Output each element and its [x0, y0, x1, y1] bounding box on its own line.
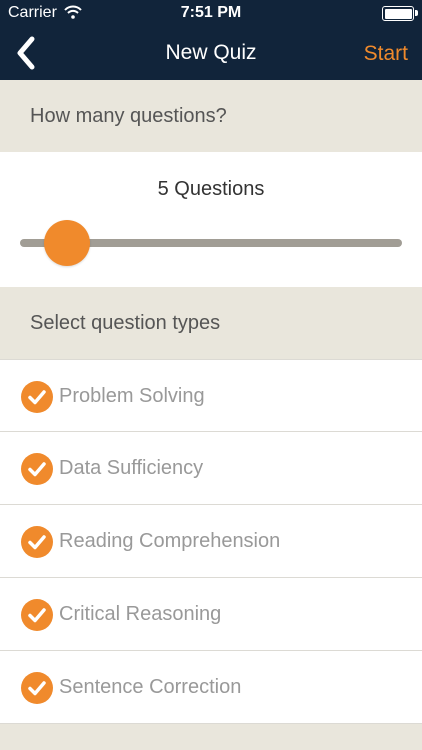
top-bar: Carrier 7:51 PM New Quiz Start [0, 0, 422, 80]
checkmark-icon [21, 599, 53, 631]
question-type-sentence-correction[interactable]: Sentence Correction [0, 651, 422, 724]
checkmark-icon [21, 672, 53, 704]
checkmark-icon [21, 381, 53, 413]
status-bar: Carrier 7:51 PM [0, 0, 422, 26]
question-type-label: Sentence Correction [59, 676, 242, 698]
question-type-label: Problem Solving [59, 385, 205, 407]
question-count-label: 5 Questions [157, 178, 265, 200]
question-type-label: Reading Comprehension [59, 530, 281, 552]
question-count-panel: 5 Questions [0, 152, 422, 287]
checkmark-icon [21, 526, 53, 558]
slider-thumb[interactable] [44, 220, 91, 266]
question-types-header: Select question types [0, 287, 422, 359]
question-type-reading-comprehension[interactable]: Reading Comprehension [0, 505, 422, 578]
question-type-problem-solving[interactable]: Problem Solving [0, 359, 422, 432]
clock: 7:51 PM [180, 4, 242, 21]
question-type-critical-reasoning[interactable]: Critical Reasoning [0, 578, 422, 651]
navigation-bar: New Quiz Start [0, 26, 422, 80]
question-type-label: Data Sufficiency [59, 457, 204, 479]
back-button[interactable] [8, 34, 48, 72]
page-title: New Quiz [165, 41, 257, 64]
start-button[interactable]: Start [364, 42, 408, 66]
battery-icon [382, 6, 418, 21]
question-count-slider[interactable] [20, 220, 402, 266]
checkmark-icon [21, 453, 53, 485]
chevron-left-icon [17, 36, 35, 70]
question-type-list: Problem Solving Data Sufficiency Reading… [0, 359, 422, 724]
question-count-header: How many questions? [0, 80, 422, 152]
question-type-data-sufficiency[interactable]: Data Sufficiency [0, 432, 422, 505]
question-type-label: Critical Reasoning [59, 603, 222, 625]
